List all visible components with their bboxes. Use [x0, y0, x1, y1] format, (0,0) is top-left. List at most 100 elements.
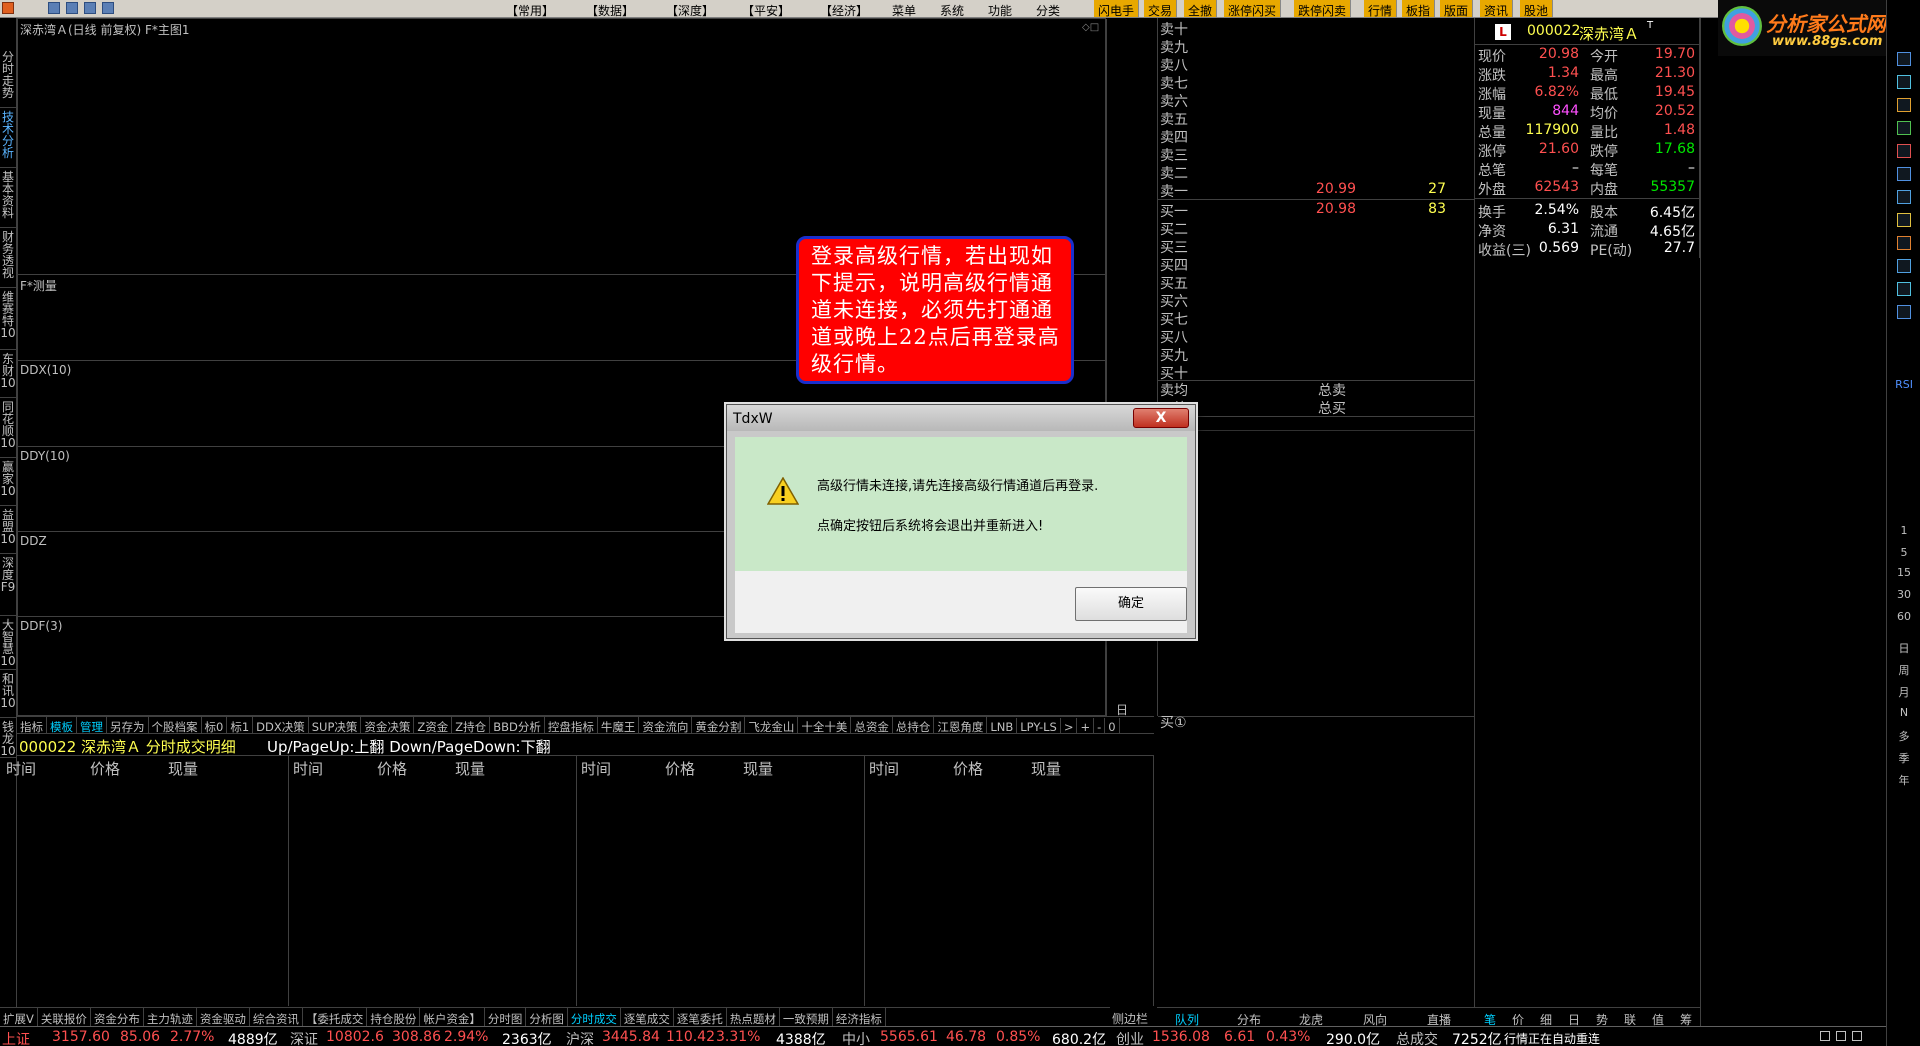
sell-level-row[interactable]: 卖八 — [1158, 55, 1475, 74]
tool-icon[interactable] — [1897, 98, 1911, 112]
sell-level-row[interactable]: 卖三 — [1158, 145, 1475, 164]
indicator-tab[interactable]: DDX决策 — [253, 717, 309, 734]
chart-resize-icon[interactable]: ◇□ — [1082, 22, 1099, 33]
indicator-tab[interactable]: 标0 — [202, 717, 228, 734]
tool-icon[interactable] — [1897, 259, 1911, 273]
bottom-tool-tab[interactable]: 分时图 — [485, 1008, 527, 1026]
vtab-tonghuashun[interactable]: 同花顺10 — [0, 398, 16, 458]
vtab-hexun[interactable]: 和讯10 — [0, 670, 16, 718]
status-window-icon[interactable] — [1836, 1031, 1846, 1041]
dialog-close-button[interactable]: X — [1133, 408, 1189, 428]
menu-function[interactable]: 功能 — [988, 2, 1012, 19]
vtab-depth-f9[interactable]: 深度F9 — [0, 554, 16, 616]
indicator-tab[interactable]: LPY-LS — [1017, 718, 1061, 734]
vtab-intraday[interactable]: 分时走势 — [0, 48, 16, 108]
period-shortcut[interactable]: 日 — [1887, 640, 1920, 656]
indicator-tab[interactable]: 资金流向 — [639, 717, 693, 734]
vtab-finance[interactable]: 财务透视 — [0, 228, 16, 288]
period-shortcut[interactable]: RSI — [1887, 378, 1920, 391]
bottom-tool-tab[interactable]: 关联报价 — [38, 1008, 91, 1026]
bottom-tool-tab[interactable]: 资金分布 — [91, 1008, 144, 1026]
indicator-tab[interactable]: 飞龙金山 — [745, 717, 799, 734]
indicator-tab[interactable]: > — [1061, 718, 1078, 734]
vtab-qianlong[interactable]: 钱龙10 — [0, 718, 16, 758]
sidebar-toggle[interactable]: 侧边栏> — [1110, 1007, 1156, 1041]
zx-label[interactable]: 中小 — [842, 1029, 870, 1046]
period-shortcut[interactable]: 60 — [1887, 610, 1920, 623]
buy-level-row[interactable]: 买二 — [1158, 219, 1475, 238]
cy-label[interactable]: 创业 — [1116, 1029, 1144, 1046]
tool-icon[interactable] — [1897, 75, 1911, 89]
vtab-weisaite[interactable]: 维赛特10 — [0, 288, 16, 350]
btn-layout[interactable]: 版面 — [1440, 0, 1474, 18]
indicator-tab[interactable]: LNB — [987, 718, 1018, 734]
sell-level-row[interactable]: 卖十 — [1158, 19, 1475, 38]
vtab-fundamentals[interactable]: 基本资料 — [0, 168, 16, 228]
btn-board-index[interactable]: 板指 — [1402, 0, 1436, 18]
nav-forward-icon[interactable] — [66, 2, 78, 14]
buy-level-row[interactable]: 买七 — [1158, 309, 1475, 328]
indicator-tab[interactable]: 资金决策 — [361, 717, 415, 734]
menu-menu[interactable]: 菜单 — [892, 2, 916, 19]
tool-icon[interactable] — [1897, 52, 1911, 66]
period-shortcut[interactable]: 季 — [1887, 750, 1920, 766]
indicator-tab[interactable]: 管理 — [77, 717, 107, 734]
menu-economy[interactable]: 【经济】 — [820, 2, 868, 19]
period-shortcut[interactable]: 周 — [1887, 662, 1920, 678]
buy-level-row[interactable]: 买八 — [1158, 327, 1475, 346]
bottom-tool-tab[interactable]: 热点题材 — [727, 1008, 780, 1026]
period-shortcut[interactable]: 5 — [1887, 546, 1920, 559]
vtab-yimeng[interactable]: 益盟10 — [0, 506, 16, 554]
tool-icon[interactable] — [1897, 305, 1911, 319]
vtab-dongcai[interactable]: 东财10 — [0, 350, 16, 398]
menu-category[interactable]: 分类 — [1036, 2, 1060, 19]
tool-icon[interactable] — [1897, 144, 1911, 158]
bottom-tool-tab[interactable]: 逐笔成交 — [621, 1008, 674, 1026]
vtab-dazhihui[interactable]: 大智慧10 — [0, 616, 16, 670]
btn-news[interactable]: 资讯 — [1480, 0, 1514, 18]
buy-level-row[interactable]: 买五 — [1158, 273, 1475, 292]
indicator-tab[interactable]: 0 — [1105, 718, 1120, 734]
btn-quotes[interactable]: 行情 — [1364, 0, 1398, 18]
nav-back-icon[interactable] — [48, 2, 60, 14]
bottom-tool-tab[interactable]: 一致预期 — [780, 1008, 833, 1026]
indicator-tab[interactable]: BBD分析 — [490, 717, 545, 734]
sell-level-row[interactable]: 卖二 — [1158, 163, 1475, 182]
tool-icon[interactable] — [1897, 167, 1911, 181]
bottom-tool-tab[interactable]: 持仓股份 — [367, 1008, 421, 1026]
nav-down-icon[interactable] — [102, 2, 114, 14]
tool-icon[interactable] — [1897, 213, 1911, 227]
vtab-technical[interactable]: 技术分析 — [0, 108, 16, 168]
indicator-tab[interactable]: 黄金分割 — [692, 717, 746, 734]
app-icon[interactable] — [2, 2, 14, 14]
tool-icon[interactable] — [1897, 121, 1911, 135]
indicator-tab[interactable]: SUP决策 — [309, 717, 362, 734]
bottom-tool-tab[interactable]: 帐户资金】 — [420, 1008, 485, 1026]
indicator-tab[interactable]: 牛魔王 — [598, 717, 640, 734]
vtab-yingjia[interactable]: 赢家10 — [0, 458, 16, 506]
buy-queue-label[interactable]: 买① — [1160, 712, 1187, 732]
status-window-icon[interactable] — [1852, 1031, 1862, 1041]
indicator-tab[interactable]: - — [1094, 718, 1106, 734]
btn-stock-pool[interactable]: 股池 — [1520, 0, 1554, 18]
indicator-tab[interactable]: 总持仓 — [893, 717, 935, 734]
sell-level-row[interactable]: 卖七 — [1158, 73, 1475, 92]
bottom-tool-tab[interactable]: 【委托成交 — [303, 1008, 368, 1026]
buy-level-row[interactable]: 买一 20.98 83 — [1158, 201, 1475, 220]
indicator-tab[interactable]: Z资金 — [414, 717, 453, 734]
period-shortcut[interactable]: 年 — [1887, 772, 1920, 788]
bottom-tool-tab[interactable]: 综合资讯 — [250, 1008, 303, 1026]
period-shortcut[interactable]: N — [1887, 706, 1920, 719]
menu-common[interactable]: 【常用】 — [506, 2, 554, 19]
bottom-tool-tab[interactable]: 资金驱动 — [197, 1008, 250, 1026]
indicator-tab[interactable]: 标1 — [227, 717, 254, 734]
bottom-tool-tab[interactable]: 分析图 — [526, 1008, 568, 1026]
period-shortcut[interactable]: 月 — [1887, 684, 1920, 700]
period-shortcut[interactable]: 1 — [1887, 524, 1920, 537]
indicator-tab[interactable]: Z持仓 — [452, 717, 491, 734]
buy-level-row[interactable]: 买十 — [1158, 363, 1475, 382]
nav-up-icon[interactable] — [84, 2, 96, 14]
btn-limit-down-sell[interactable]: 跌停闪卖 — [1294, 0, 1352, 18]
hs-label[interactable]: 沪深 — [566, 1029, 594, 1046]
bottom-tool-tab[interactable]: 分时成交 — [568, 1008, 621, 1026]
